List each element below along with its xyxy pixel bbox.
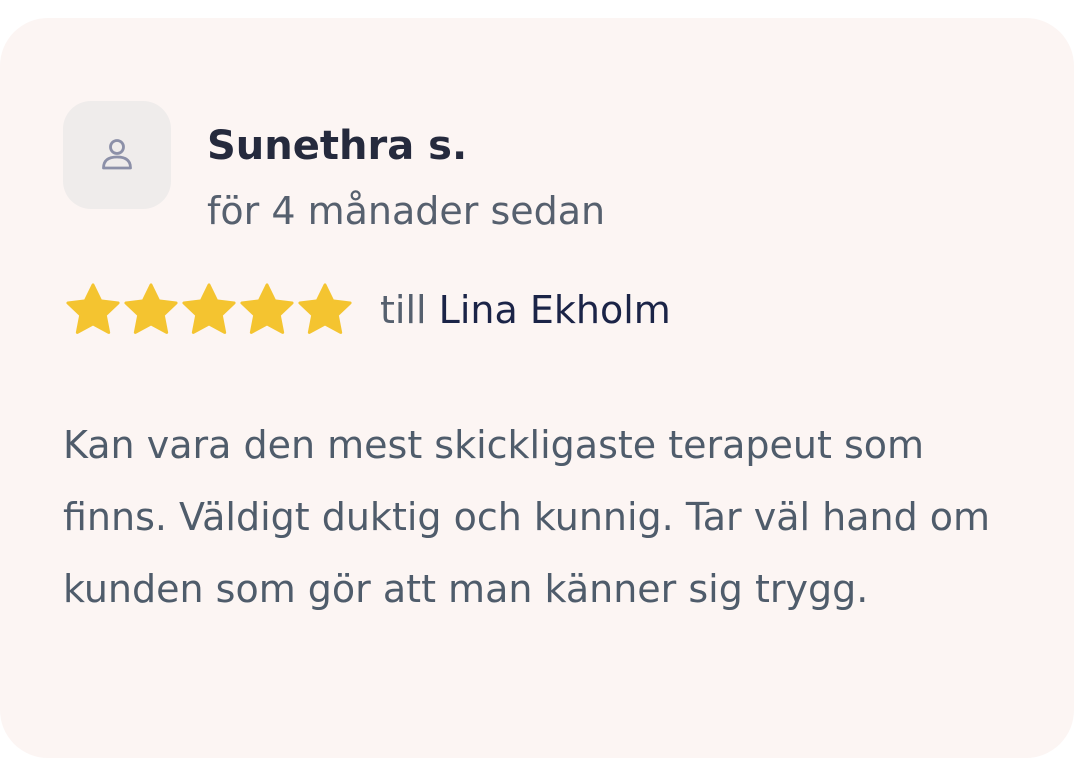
review-date: för 4 månader sedan xyxy=(207,189,606,233)
target-prefix: till xyxy=(380,288,427,332)
user-icon xyxy=(97,135,137,175)
star-icon xyxy=(182,283,236,334)
review-card: Sunethra s. för 4 månader sedan till Lin… xyxy=(0,18,1074,758)
star-rating xyxy=(64,281,354,339)
star-icon xyxy=(240,283,294,334)
review-target: till Lina Ekholm xyxy=(380,282,671,338)
avatar xyxy=(63,101,171,209)
star-icon xyxy=(298,283,352,334)
reviewer-name: Sunethra s. xyxy=(207,123,468,169)
therapist-name-link[interactable]: Lina Ekholm xyxy=(439,288,671,332)
star-icon xyxy=(66,283,120,334)
star-icon xyxy=(124,283,178,334)
review-text: Kan vara den mest skickligaste terapeut … xyxy=(63,423,991,611)
rating-row: till Lina Ekholm xyxy=(64,280,671,340)
